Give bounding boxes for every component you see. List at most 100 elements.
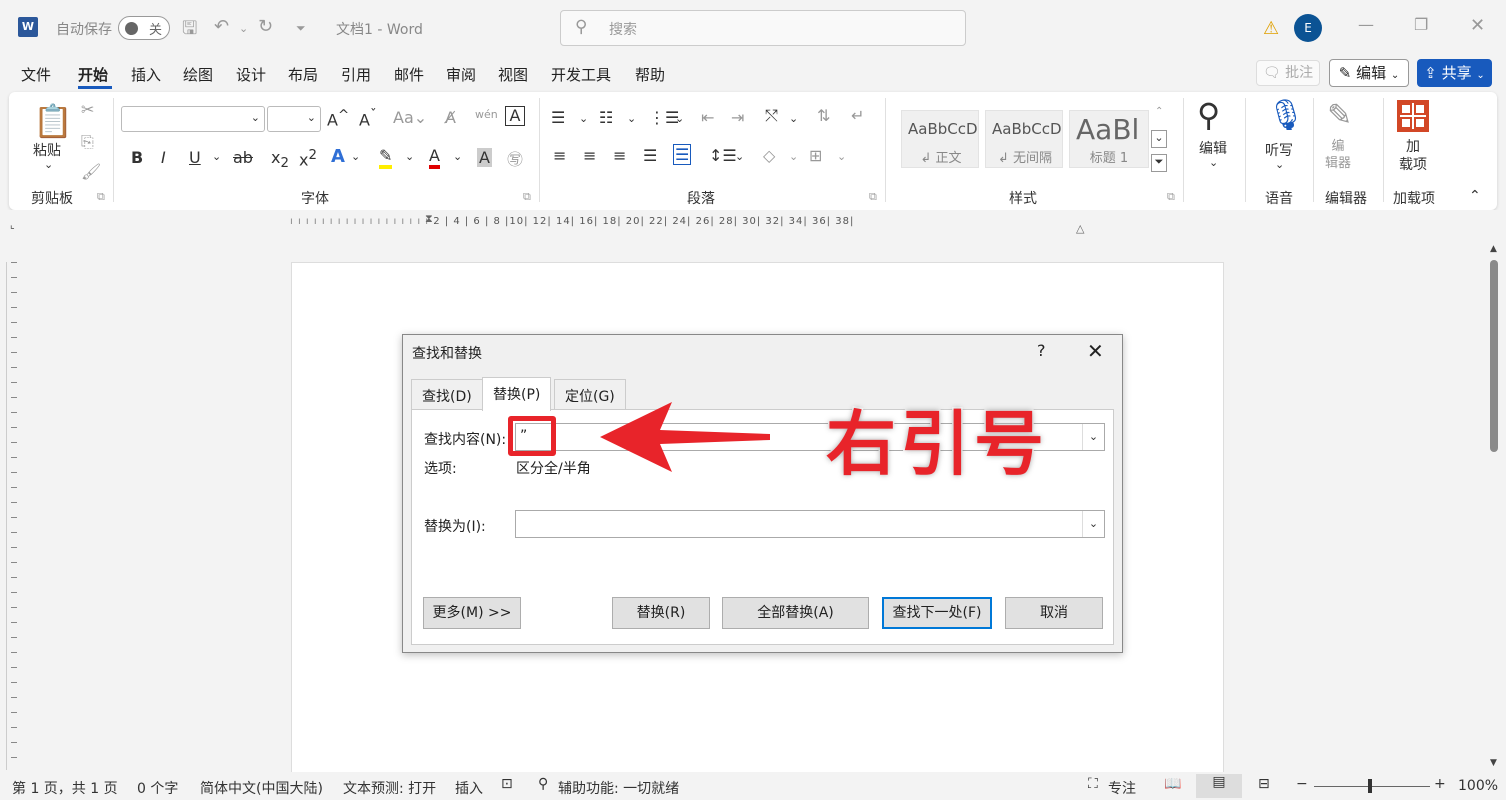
underline-icon[interactable]: U	[189, 148, 201, 167]
zoom-out-icon[interactable]: −	[1296, 776, 1308, 792]
styles-scroll-up-icon[interactable]: ⌃	[1155, 106, 1163, 117]
close-window-icon[interactable]: ✕	[1470, 15, 1485, 36]
italic-icon[interactable]: I	[161, 148, 166, 167]
line-spacing-dropdown-icon[interactable]: ⌄	[735, 150, 744, 163]
subscript-icon[interactable]: x2	[271, 148, 289, 171]
zoom-in-icon[interactable]: +	[1434, 776, 1446, 792]
font-size-combo[interactable]: ⌄	[267, 106, 321, 132]
clipboard-launcher-icon[interactable]: ⧉	[97, 190, 105, 204]
underline-dropdown-icon[interactable]: ⌄	[212, 150, 221, 163]
numbering-icon[interactable]: ☷	[599, 108, 613, 127]
chevron-down-icon[interactable]: ⌄	[1082, 424, 1104, 450]
tab-selector-icon[interactable]: ⌞	[10, 220, 15, 231]
scroll-up-icon[interactable]: ▲	[1490, 244, 1497, 254]
clear-formatting-icon[interactable]: A̸	[445, 108, 456, 127]
accessibility-status[interactable]: 辅助功能: 一切就绪	[558, 778, 679, 798]
more-button[interactable]: 更多(M) >>	[423, 597, 521, 629]
replace-button[interactable]: 替换(R)	[612, 597, 710, 629]
menu-mailings[interactable]: 邮件	[394, 64, 424, 85]
shading-icon[interactable]: ◇	[763, 146, 775, 165]
superscript-icon[interactable]: x2	[299, 148, 317, 169]
enclose-characters-icon[interactable]: ㊢	[507, 146, 523, 170]
undo-icon[interactable]: ↶	[214, 16, 229, 37]
zoom-slider-thumb[interactable]	[1368, 779, 1372, 793]
tab-find[interactable]: 查找(D)	[411, 379, 483, 409]
text-effects-dropdown-icon[interactable]: ⌄	[351, 150, 360, 163]
menu-review[interactable]: 审阅	[446, 64, 476, 85]
find-icon[interactable]: ⚲	[1197, 96, 1220, 134]
collapse-ribbon-icon[interactable]: ⌃	[1469, 188, 1481, 204]
style-heading-1[interactable]: AaBl 标题 1	[1069, 110, 1149, 168]
menu-file[interactable]: 文件	[21, 64, 51, 85]
zoom-level[interactable]: 100%	[1458, 778, 1498, 794]
replace-with-input[interactable]: ⌄	[515, 510, 1105, 538]
character-border-icon[interactable]: A	[505, 106, 525, 126]
editing-dropdown-icon[interactable]: ⌄	[1209, 156, 1218, 169]
customize-toolbar-icon[interactable]: ⏷	[296, 21, 306, 36]
right-indent-marker-icon[interactable]: △	[1076, 222, 1084, 235]
style-normal[interactable]: AaBbCcDc ↲ 正文	[901, 110, 979, 168]
autosave-toggle[interactable]: 关	[118, 16, 170, 40]
tab-replace[interactable]: 替换(P)	[482, 377, 552, 411]
paste-icon[interactable]: 📋	[33, 102, 73, 140]
styles-scroll-down-icon[interactable]: ⌄	[1151, 130, 1167, 148]
align-right-icon[interactable]: ≡	[613, 146, 626, 165]
bold-icon[interactable]: B	[131, 148, 143, 167]
replace-all-button[interactable]: 全部替换(A)	[722, 597, 869, 629]
character-shading-icon[interactable]: A	[477, 148, 492, 167]
highlight-icon[interactable]: ✎	[379, 146, 393, 169]
read-mode-icon[interactable]: 📖	[1164, 776, 1181, 792]
scroll-down-icon[interactable]: ▼	[1490, 758, 1497, 768]
cut-icon[interactable]: ✂	[81, 100, 94, 119]
highlight-dropdown-icon[interactable]: ⌄	[405, 150, 414, 163]
focus-label[interactable]: 专注	[1108, 778, 1136, 798]
print-layout-icon[interactable]: ▤	[1196, 774, 1242, 798]
dictate-label[interactable]: 听写	[1265, 140, 1293, 160]
search-box[interactable]: ⚲ 搜索	[560, 10, 966, 46]
grow-font-icon[interactable]: A^	[327, 108, 349, 129]
warning-icon[interactable]: ⚠	[1263, 18, 1279, 39]
menu-draw[interactable]: 绘图	[183, 64, 213, 85]
microphone-icon[interactable]: 🎙	[1267, 98, 1305, 133]
style-no-spacing[interactable]: AaBbCcDc ↲ 无间隔	[985, 110, 1063, 168]
restore-icon[interactable]: ❐	[1414, 15, 1428, 34]
align-center-icon[interactable]: ≡	[583, 146, 596, 165]
font-color-icon[interactable]: A	[429, 146, 440, 169]
menu-references[interactable]: 引用	[341, 64, 371, 85]
undo-dropdown-icon[interactable]: ⌄	[239, 22, 248, 35]
web-layout-icon[interactable]: ⊟	[1258, 776, 1270, 792]
chevron-down-icon[interactable]: ⌄	[1082, 511, 1104, 537]
redo-icon[interactable]: ↻	[258, 16, 273, 37]
menu-home[interactable]: 开始	[78, 64, 108, 85]
editing-label[interactable]: 编辑	[1199, 138, 1227, 158]
editing-mode-button[interactable]: ✎ 编辑 ⌄	[1329, 59, 1409, 87]
styles-more-icon[interactable]: ⏷	[1151, 154, 1167, 172]
focus-icon[interactable]: ⛶	[1088, 776, 1098, 792]
multilevel-dropdown-icon[interactable]: ⌄	[675, 112, 684, 125]
addins-icon[interactable]	[1397, 100, 1429, 132]
menu-design[interactable]: 设计	[236, 64, 266, 85]
line-spacing-icon[interactable]: ↕☰	[709, 146, 737, 165]
paste-dropdown-icon[interactable]: ⌄	[44, 158, 53, 171]
indent-marker-icon[interactable]: ⧗	[425, 212, 433, 226]
chinese-layout-dropdown-icon[interactable]: ⌄	[789, 112, 798, 125]
word-count[interactable]: 0 个字	[137, 778, 178, 798]
styles-launcher-icon[interactable]: ⧉	[1167, 190, 1175, 204]
language[interactable]: 简体中文(中国大陆)	[200, 778, 323, 798]
zoom-slider[interactable]	[1314, 786, 1430, 787]
page-count[interactable]: 第 1 页，共 1 页	[12, 778, 118, 798]
increase-indent-icon[interactable]: ⇥	[731, 108, 744, 127]
chinese-layout-icon[interactable]: ⤲	[765, 106, 778, 126]
minimize-icon[interactable]: —	[1358, 15, 1374, 34]
decrease-indent-icon[interactable]: ⇤	[701, 108, 714, 127]
editor-icon[interactable]: ✎	[1327, 98, 1352, 133]
show-marks-icon[interactable]: ↵	[851, 106, 864, 125]
vertical-scrollbar[interactable]	[1490, 260, 1498, 452]
help-button[interactable]: ?	[1037, 341, 1046, 360]
cancel-button[interactable]: 取消	[1005, 597, 1103, 629]
font-launcher-icon[interactable]: ⧉	[523, 190, 531, 204]
change-case-icon[interactable]: Aa⌄	[393, 108, 427, 127]
align-left-icon[interactable]: ≡	[553, 146, 566, 165]
shrink-font-icon[interactable]: Aˇ	[359, 108, 377, 129]
borders-dropdown-icon[interactable]: ⌄	[837, 150, 846, 163]
